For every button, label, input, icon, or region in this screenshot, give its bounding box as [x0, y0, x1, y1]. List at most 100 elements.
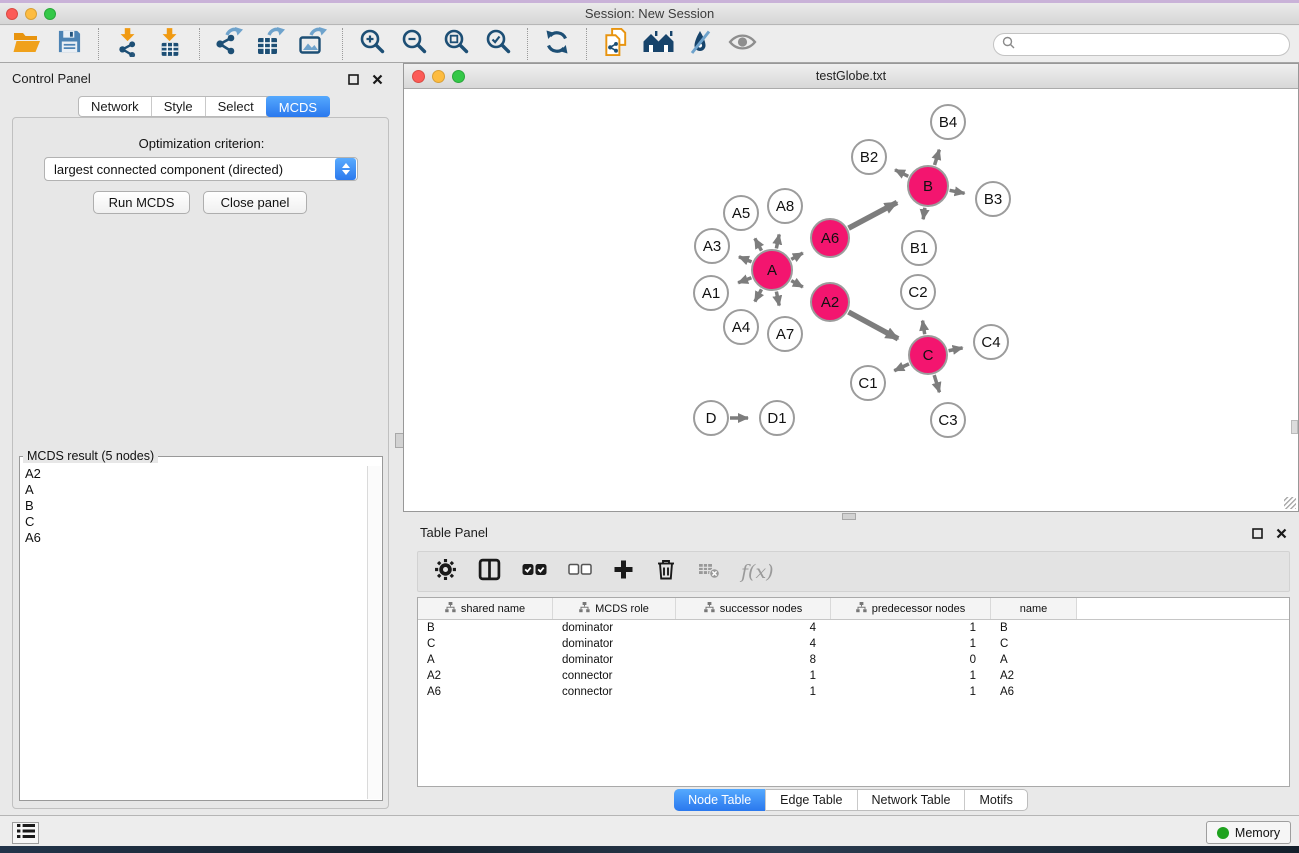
tab-select[interactable]: Select — [206, 97, 267, 116]
edge-A2-C[interactable] — [848, 312, 898, 339]
zoom-in-button[interactable] — [351, 28, 393, 61]
edge-B-B1[interactable] — [923, 208, 925, 220]
export-image-button[interactable] — [292, 28, 334, 61]
float-table-panel-icon[interactable] — [1252, 526, 1263, 544]
tab-edge-table[interactable]: Edge Table — [766, 790, 857, 810]
node-B3[interactable]: B3 — [976, 182, 1010, 216]
table-row[interactable]: Cdominator41C — [418, 636, 1289, 652]
node-C3[interactable]: C3 — [931, 403, 965, 437]
node-B4[interactable]: B4 — [931, 105, 965, 139]
tab-network-table[interactable]: Network Table — [858, 790, 966, 810]
close-panel-button[interactable]: Close panel — [203, 191, 307, 214]
column-header-shared-name[interactable]: shared name — [418, 598, 553, 619]
node-A7[interactable]: A7 — [768, 317, 802, 351]
column-header-predecessor-nodes[interactable]: predecessor nodes — [831, 598, 991, 619]
zoom-fit-button[interactable] — [435, 28, 477, 61]
edge-C-C2[interactable] — [923, 321, 925, 335]
cell-predecessor-nodes[interactable]: 1 — [831, 636, 991, 652]
node-A4[interactable]: A4 — [724, 310, 758, 344]
network-window-titlebar[interactable]: testGlobe.txt — [404, 64, 1298, 89]
node-A6[interactable]: A6 — [811, 219, 849, 257]
node-C2[interactable]: C2 — [901, 275, 935, 309]
tab-mcds[interactable]: MCDS — [266, 96, 330, 117]
edge-B-B3[interactable] — [950, 190, 965, 193]
table-row[interactable]: Bdominator41B — [418, 620, 1289, 636]
import-network-button[interactable] — [107, 28, 149, 61]
split-view-button[interactable] — [478, 558, 501, 586]
edge-A-A7[interactable] — [776, 292, 779, 306]
edge-A-A2[interactable] — [791, 281, 803, 287]
cell-name[interactable]: A6 — [991, 684, 1077, 700]
search-box[interactable] — [993, 33, 1290, 56]
task-history-button[interactable] — [12, 822, 39, 844]
edge-C-C3[interactable] — [934, 375, 939, 392]
edge-A-A1[interactable] — [738, 278, 751, 283]
save-session-button[interactable] — [48, 28, 90, 61]
refresh-layout-button[interactable] — [536, 28, 578, 61]
tab-node-table[interactable]: Node Table — [674, 789, 766, 811]
node-C[interactable]: C — [909, 336, 947, 374]
node-B1[interactable]: B1 — [902, 231, 936, 265]
session-titlebar[interactable]: Session: New Session — [0, 3, 1299, 25]
tab-network[interactable]: Network — [79, 97, 152, 116]
cell-shared-name[interactable]: A — [418, 652, 553, 668]
export-table-button[interactable] — [250, 28, 292, 61]
tab-style[interactable]: Style — [152, 97, 206, 116]
mcds-result-scrollbar[interactable] — [367, 466, 381, 799]
table-row[interactable]: Adominator80A — [418, 652, 1289, 668]
table-row[interactable]: A2connector11A2 — [418, 668, 1289, 684]
node-A[interactable]: A — [752, 250, 792, 290]
node-B2[interactable]: B2 — [852, 140, 886, 174]
settings-button[interactable] — [434, 558, 457, 586]
cell-successor-nodes[interactable]: 1 — [676, 684, 831, 700]
deselect-all-button[interactable] — [568, 563, 592, 581]
node-D1[interactable]: D1 — [760, 401, 794, 435]
node-A2[interactable]: A2 — [811, 283, 849, 321]
mcds-result-item[interactable]: C — [21, 514, 367, 530]
cell-successor-nodes[interactable]: 4 — [676, 620, 831, 636]
cell-name[interactable]: A2 — [991, 668, 1077, 684]
node-C1[interactable]: C1 — [851, 366, 885, 400]
mcds-result-item[interactable]: A — [21, 482, 367, 498]
cell-predecessor-nodes[interactable]: 1 — [831, 684, 991, 700]
cell-predecessor-nodes[interactable]: 0 — [831, 652, 991, 668]
mcds-result-item[interactable]: A6 — [21, 530, 367, 546]
mcds-result-item[interactable]: A2 — [21, 466, 367, 482]
cell-successor-nodes[interactable]: 1 — [676, 668, 831, 684]
search-input[interactable] — [1020, 36, 1289, 54]
edge-A-A3[interactable] — [739, 257, 752, 262]
home-button[interactable] — [637, 28, 679, 61]
close-table-panel-icon[interactable] — [1276, 526, 1287, 544]
delete-column-button[interactable] — [655, 558, 677, 586]
criterion-dropdown[interactable]: largest connected component (directed) — [44, 157, 358, 181]
graphics-details-button[interactable] — [679, 28, 721, 61]
edge-A-A8[interactable] — [776, 234, 779, 248]
cell-name[interactable]: A — [991, 652, 1077, 668]
cell-shared-name[interactable]: C — [418, 636, 553, 652]
zoom-out-button[interactable] — [393, 28, 435, 61]
cell-MCDS-role[interactable]: dominator — [553, 636, 676, 652]
cell-MCDS-role[interactable]: dominator — [553, 620, 676, 636]
cell-shared-name[interactable]: A6 — [418, 684, 553, 700]
edge-B-B2[interactable] — [895, 170, 908, 177]
cell-shared-name[interactable]: A2 — [418, 668, 553, 684]
cell-successor-nodes[interactable]: 8 — [676, 652, 831, 668]
node-B[interactable]: B — [908, 166, 948, 206]
network-canvas[interactable]: AA1A2A3A4A5A6A7A8BB1B2B3B4CC1C2C3C4DD1 — [404, 89, 1298, 511]
import-table-button[interactable] — [149, 28, 191, 61]
node-A5[interactable]: A5 — [724, 196, 758, 230]
window-resize-grip[interactable] — [1284, 497, 1296, 509]
edge-B-B4[interactable] — [935, 150, 940, 165]
clone-network-button[interactable] — [595, 28, 637, 61]
cell-name[interactable]: B — [991, 620, 1077, 636]
float-panel-icon[interactable] — [348, 72, 359, 90]
cell-name[interactable]: C — [991, 636, 1077, 652]
node-D[interactable]: D — [694, 401, 728, 435]
open-session-button[interactable] — [6, 28, 48, 61]
node-A8[interactable]: A8 — [768, 189, 802, 223]
tab-motifs[interactable]: Motifs — [965, 790, 1026, 810]
close-panel-icon[interactable] — [372, 72, 383, 90]
export-network-button[interactable] — [208, 28, 250, 61]
cell-MCDS-role[interactable]: connector — [553, 668, 676, 684]
column-header-MCDS-role[interactable]: MCDS role — [553, 598, 676, 619]
